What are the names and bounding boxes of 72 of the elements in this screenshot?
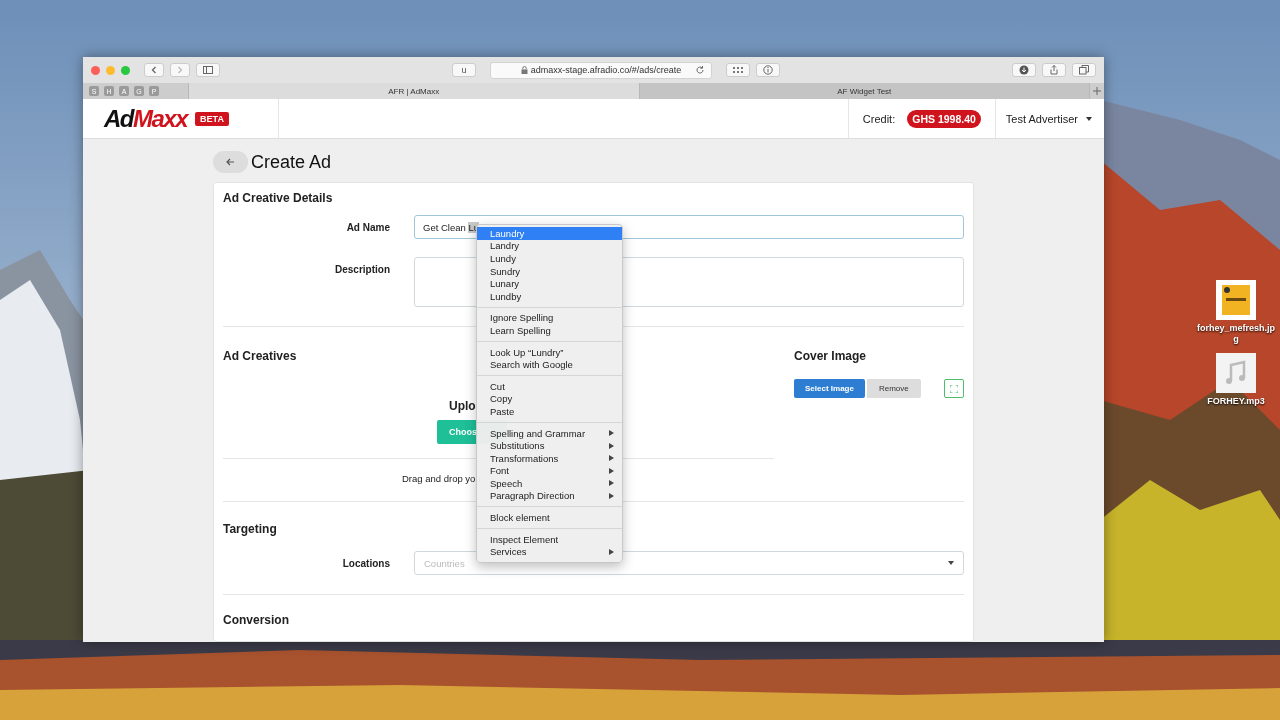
- menu-item[interactable]: Copy: [477, 392, 622, 406]
- grid-icon: [733, 65, 743, 75]
- menu-item[interactable]: Landry: [477, 239, 622, 253]
- download-icon: [1019, 65, 1029, 75]
- browser-tab[interactable]: AFR | AdMaxx: [188, 83, 639, 99]
- credit-balance: GHS 1998.40: [907, 109, 981, 128]
- menu-item[interactable]: Laundry: [477, 227, 622, 240]
- menu-item[interactable]: Search with Google: [477, 358, 622, 371]
- section-title: Conversion: [223, 613, 289, 627]
- share-icon: [1049, 65, 1059, 75]
- new-tab-icon[interactable]: [1093, 87, 1101, 95]
- back-button[interactable]: [213, 151, 248, 173]
- zoom-button[interactable]: [121, 65, 130, 75]
- menu-item[interactable]: Lundy: [477, 252, 622, 265]
- menu-item[interactable]: Transformations: [477, 451, 622, 465]
- music-file-icon[interactable]: [1216, 353, 1256, 393]
- back-button[interactable]: [144, 63, 164, 77]
- section-title: Targeting: [223, 522, 277, 536]
- reload-icon[interactable]: [695, 65, 705, 75]
- page-title: Create Ad: [251, 151, 332, 173]
- download-button[interactable]: [1012, 63, 1036, 77]
- tabs-icon: [1079, 65, 1089, 75]
- menu-item[interactable]: Speech: [477, 477, 622, 490]
- menu-item[interactable]: Cut: [477, 379, 622, 393]
- address-bar[interactable]: admaxx-stage.afradio.co/#/ads/create: [490, 61, 712, 79]
- menu-item[interactable]: Inspect Element: [477, 532, 622, 546]
- info-button[interactable]: [756, 63, 780, 77]
- field-label: Locations: [341, 557, 390, 569]
- field-label: Description: [334, 263, 390, 275]
- back-icon: [149, 65, 159, 75]
- logo: AdMaxx: [104, 104, 188, 133]
- info-icon: [763, 65, 773, 75]
- user-menu[interactable]: Test Advertiser: [994, 99, 1104, 138]
- tabs-button[interactable]: [1072, 63, 1096, 77]
- section-title: Ad Creatives: [223, 349, 297, 363]
- minimize-button[interactable]: [106, 65, 115, 75]
- remove-button[interactable]: Remove: [866, 379, 921, 398]
- image-file-icon[interactable]: [1216, 280, 1256, 320]
- menu-item[interactable]: Sundry: [477, 264, 622, 278]
- fullscreen-button[interactable]: [944, 379, 964, 398]
- menu-item[interactable]: Ignore Spelling: [477, 311, 622, 325]
- back-arrow-icon: [226, 158, 235, 166]
- menu-item[interactable]: Look Up “Lundry”: [477, 345, 622, 359]
- select-image-button[interactable]: Select Image: [794, 379, 865, 398]
- upload-heading: Uplo: [449, 399, 476, 413]
- menu-item[interactable]: Paragraph Direction: [477, 489, 622, 503]
- menu-item[interactable]: Paste: [477, 405, 622, 418]
- menu-item[interactable]: Lundby: [477, 289, 622, 303]
- menu-item[interactable]: Block element: [477, 511, 622, 524]
- menu-item[interactable]: Learn Spelling: [477, 324, 622, 337]
- sidebar-icon: [203, 65, 213, 75]
- sidebar-button[interactable]: [196, 63, 220, 77]
- file-name[interactable]: forhey_mefresh.jpg: [1196, 323, 1276, 345]
- share-button[interactable]: [1042, 63, 1066, 77]
- file-name[interactable]: FORHEY.mp3: [1196, 396, 1276, 407]
- close-button[interactable]: [91, 65, 100, 75]
- menu-item[interactable]: Font: [477, 464, 622, 478]
- extension-button[interactable]: u: [452, 63, 476, 77]
- menu-item[interactable]: Lunary: [477, 277, 622, 290]
- forward-button[interactable]: [170, 63, 190, 77]
- lock-icon: [520, 66, 528, 74]
- beta-badge: BETA: [195, 111, 229, 126]
- field-label: Ad Name: [345, 221, 390, 233]
- caret-icon: [1086, 116, 1092, 121]
- section-title: Ad Creative Details: [223, 191, 333, 205]
- section-title: Cover Image: [794, 349, 867, 363]
- grid-button[interactable]: [726, 63, 750, 77]
- caret-icon: [948, 561, 954, 565]
- forward-icon: [175, 65, 185, 75]
- expand-icon: [950, 384, 958, 393]
- credit-label: Credit:: [862, 112, 896, 125]
- browser-tab[interactable]: AF Widget Test: [638, 83, 1089, 99]
